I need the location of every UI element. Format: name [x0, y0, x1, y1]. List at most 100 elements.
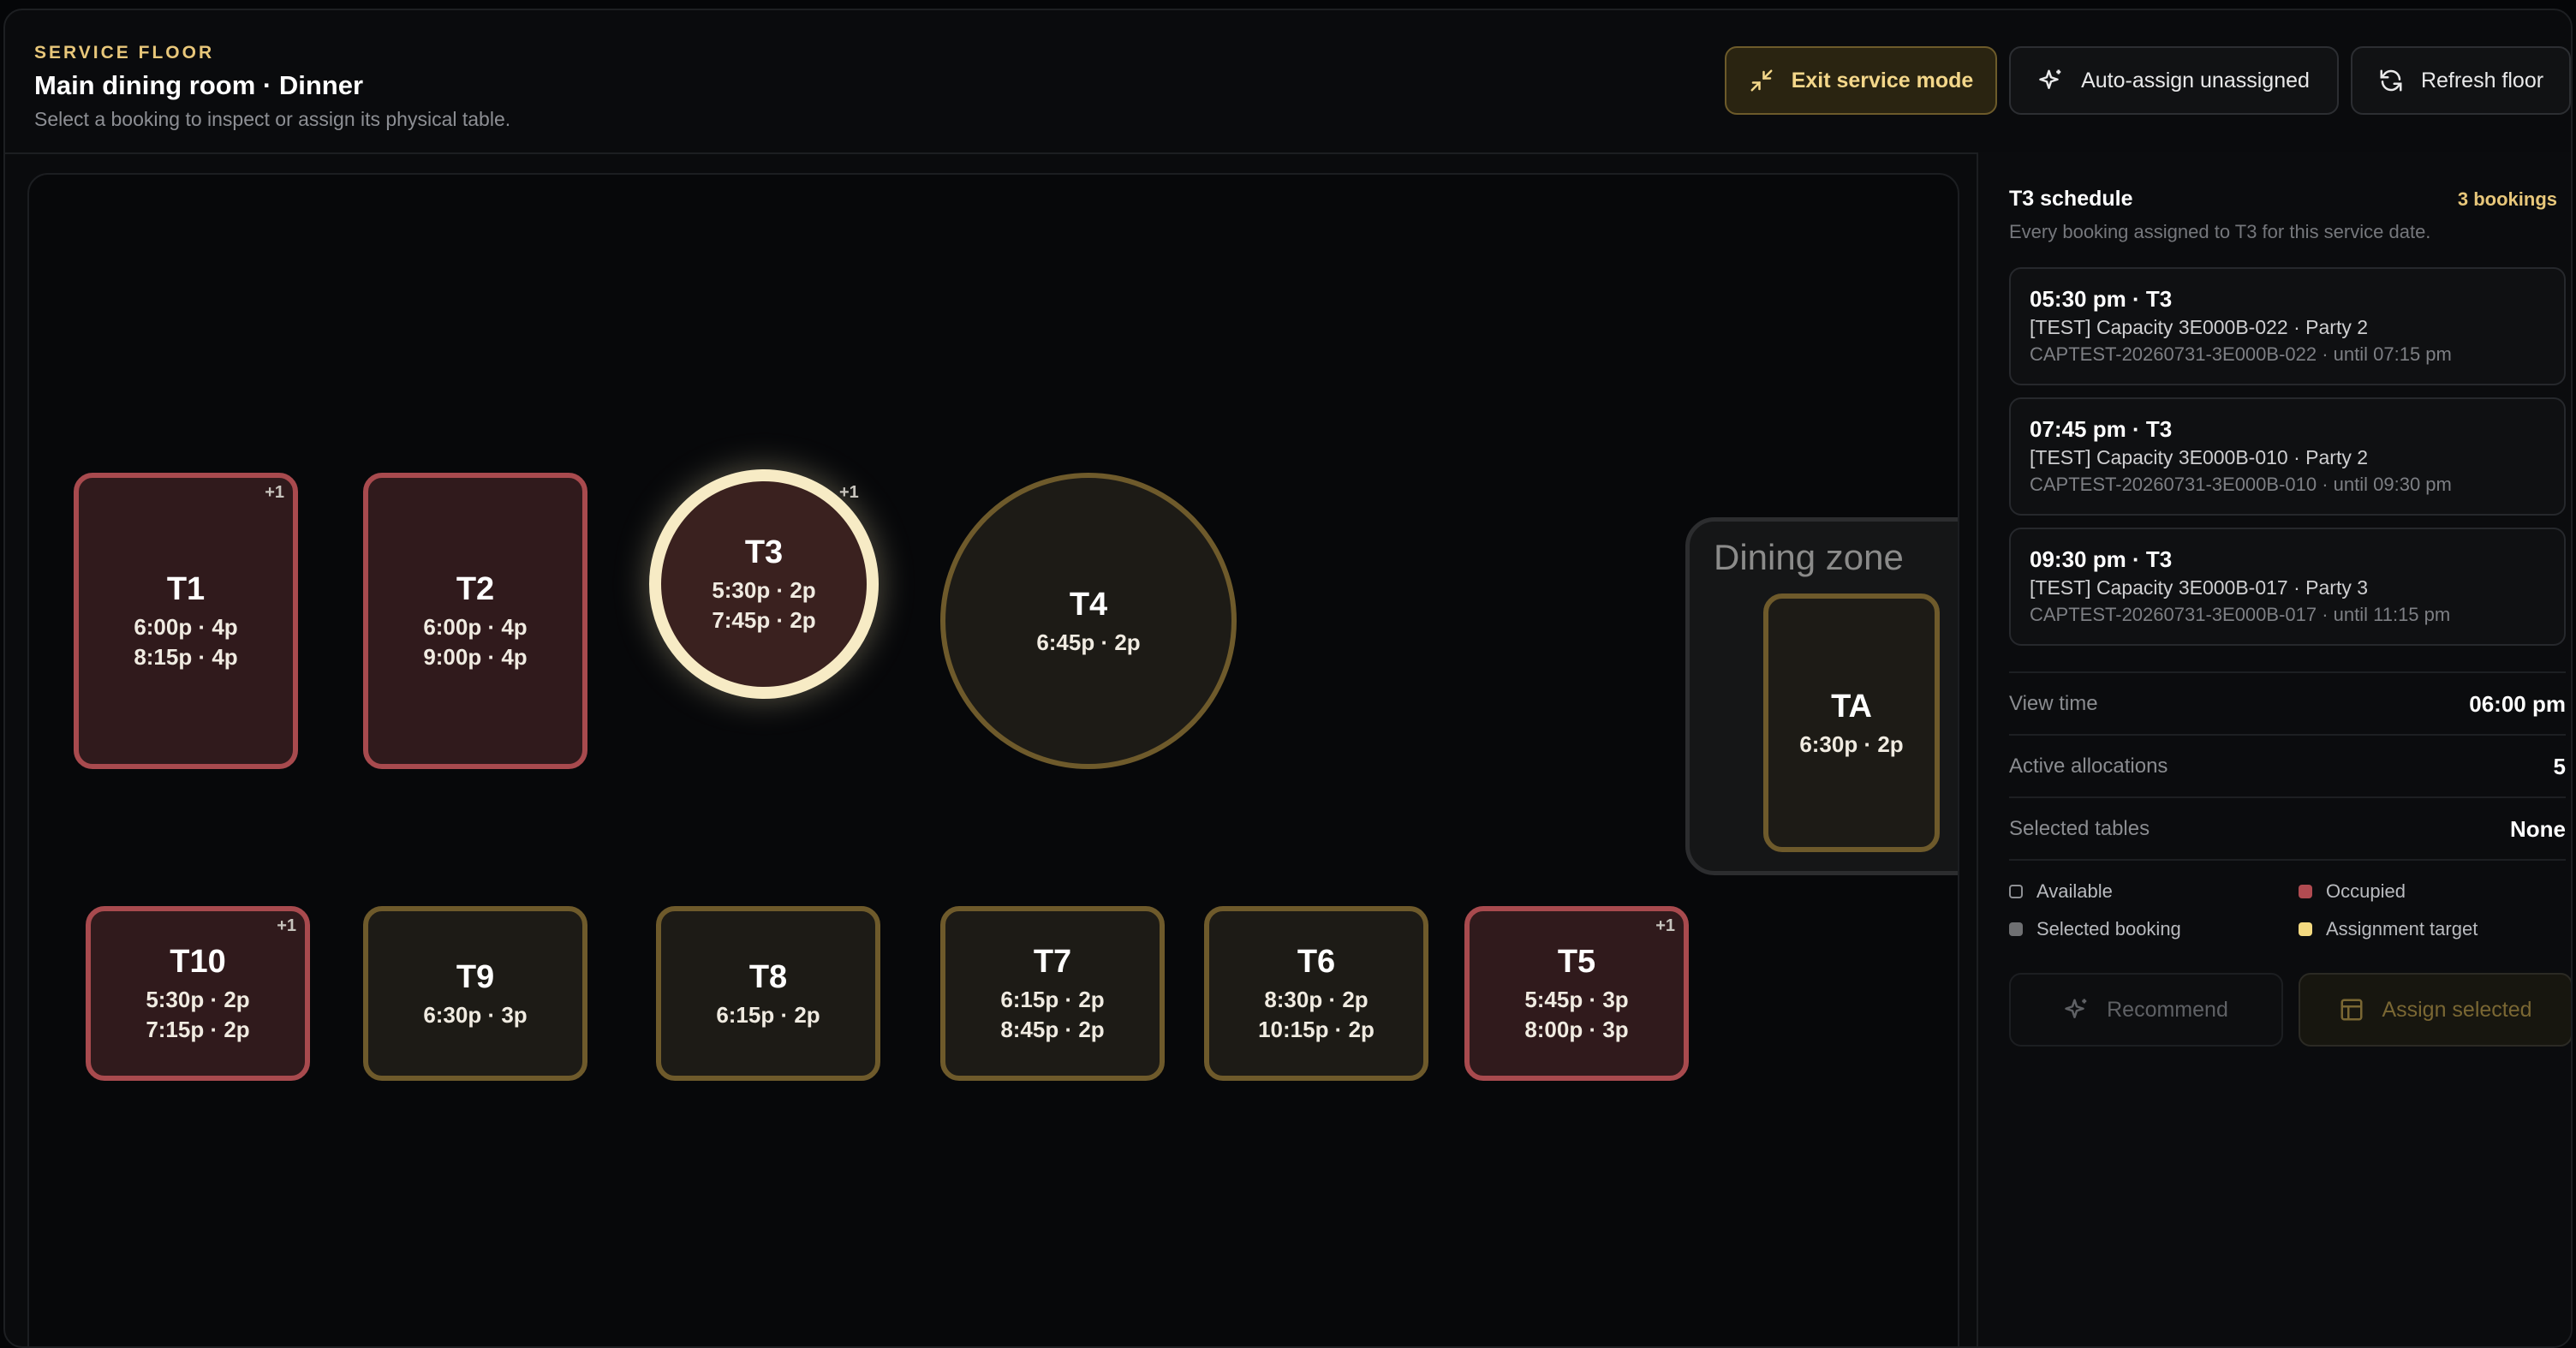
table-slot: 8:00p · 3p — [1524, 1017, 1629, 1042]
table-slot: 8:15p · 4p — [134, 644, 238, 670]
recommend-button[interactable]: Recommend — [2009, 973, 2283, 1047]
table-name: T4 — [1069, 586, 1108, 623]
booking-code: CAPTEST-20260731-3E000B-022 · until 07:1… — [2030, 343, 2452, 365]
overflow-badge: +1 — [265, 483, 284, 502]
divider — [2009, 859, 2566, 861]
table-slot: 6:15p · 2p — [1000, 987, 1105, 1012]
table-slot: 8:45p · 2p — [1000, 1017, 1105, 1042]
table-slot: 10:15p · 2p — [1258, 1017, 1374, 1042]
table-name: T8 — [748, 958, 788, 995]
table-t1[interactable]: +1 T1 6:00p · 4p 8:15p · 4p — [74, 473, 298, 769]
table-slot: 6:30p · 2p — [1799, 731, 1904, 757]
stat-value: 06:00 pm — [2469, 690, 2566, 717]
table-slot: 8:30p · 2p — [1264, 987, 1368, 1012]
stat-value: 5 — [2553, 753, 2566, 779]
table-slot: 9:00p · 4p — [423, 644, 528, 670]
table-t3[interactable]: T3 5:30p · 2p 7:45p · 2p — [649, 469, 879, 699]
table-slot: 5:30p · 2p — [146, 987, 250, 1012]
stat-selected-tables: Selected tables None — [2009, 796, 2566, 860]
auto-assign-button[interactable]: Auto-assign unassigned — [2009, 46, 2339, 115]
booking-card[interactable]: 05:30 pm · T3 [TEST] Capacity 3E000B-022… — [2009, 267, 2566, 385]
booking-name: [TEST] Capacity 3E000B-022 · Party 2 — [2030, 316, 2369, 338]
table-slot: 6:15p · 2p — [716, 1001, 820, 1028]
table-t5[interactable]: +1 T5 5:45p · 3p 8:00p · 3p — [1464, 906, 1689, 1081]
legend-available: Available — [2009, 880, 2113, 903]
legend-occupied: Occupied — [2299, 880, 2406, 903]
table-name: T3 — [744, 534, 784, 570]
available-swatch-icon — [2009, 885, 2023, 898]
table-slot: 6:00p · 4p — [134, 614, 238, 640]
table-t7[interactable]: T7 6:15p · 2p 8:45p · 2p — [940, 906, 1165, 1081]
table-name: T10 — [170, 944, 226, 980]
table-name: T6 — [1297, 944, 1336, 980]
booking-name: [TEST] Capacity 3E000B-017 · Party 3 — [2030, 576, 2369, 599]
eyebrow-label: SERVICE FLOOR — [34, 43, 215, 63]
table-name: T2 — [456, 571, 495, 607]
stat-label: View time — [2009, 692, 2098, 715]
schedule-title: T3 schedule — [2009, 187, 2133, 211]
exit-service-mode-button[interactable]: Exit service mode — [1725, 46, 1997, 115]
sparkles-icon — [2065, 999, 2087, 1018]
stat-label: Selected tables — [2009, 817, 2150, 840]
zone-label: Dining zone — [1714, 537, 1904, 577]
table-slot: 5:45p · 3p — [1524, 987, 1629, 1012]
booking-code: CAPTEST-20260731-3E000B-017 · until 11:1… — [2030, 604, 2451, 625]
table-slot: 7:45p · 2p — [712, 607, 816, 633]
table-t2[interactable]: T2 6:00p · 4p 9:00p · 4p — [363, 473, 587, 769]
booking-card[interactable]: 09:30 pm · T3 [TEST] Capacity 3E000B-017… — [2009, 528, 2566, 646]
table-t6[interactable]: T6 8:30p · 2p 10:15p · 2p — [1204, 906, 1428, 1081]
stat-value: None — [2510, 815, 2566, 842]
overflow-badge: +1 — [839, 483, 859, 502]
table-slot: 6:30p · 3p — [423, 1001, 528, 1028]
table-name: T5 — [1557, 944, 1596, 980]
table-t10[interactable]: +1 T10 5:30p · 2p 7:15p · 2p — [86, 906, 310, 1081]
minimize-arrows-icon — [1750, 69, 1773, 92]
booking-card[interactable]: 07:45 pm · T3 [TEST] Capacity 3E000B-010… — [2009, 397, 2566, 516]
header: SERVICE FLOOR Main dining room · Dinner … — [5, 10, 2571, 154]
booking-name: [TEST] Capacity 3E000B-010 · Party 2 — [2030, 446, 2369, 468]
page-subtitle: Select a booking to inspect or assign it… — [34, 108, 511, 130]
booking-count-badge: 3 bookings — [2457, 188, 2557, 210]
page-title: Main dining room · Dinner — [34, 70, 364, 100]
table-name: T7 — [1033, 944, 1072, 980]
stat-active-allocations: Active allocations 5 — [2009, 734, 2566, 797]
booking-code: CAPTEST-20260731-3E000B-010 · until 09:3… — [2030, 474, 2452, 495]
sparkles-icon — [2039, 69, 2061, 89]
floor-plan-canvas: +1 T1 6:00p · 4p 8:15p · 4p T2 6:00p · 4… — [27, 173, 1959, 1346]
stat-view-time: View time 06:00 pm — [2009, 671, 2566, 735]
dining-zone[interactable]: Dining zone TA 6:30p · 2p — [1685, 517, 1958, 875]
recommend-label: Recommend — [2107, 997, 2228, 1022]
table-slot: 7:15p · 2p — [146, 1017, 250, 1042]
table-t8[interactable]: T8 6:15p · 2p — [656, 906, 880, 1081]
occupied-swatch-icon — [2299, 885, 2312, 898]
schedule-sidebar: T3 schedule 3 bookings Every booking ass… — [1977, 152, 2571, 1346]
table-layout-icon — [2340, 999, 2363, 1021]
stat-label: Active allocations — [2009, 755, 2168, 778]
booking-time: 05:30 pm · T3 — [2030, 286, 2173, 312]
booking-time: 09:30 pm · T3 — [2030, 546, 2173, 572]
table-name: T9 — [456, 958, 495, 995]
assign-selected-label: Assign selected — [2382, 997, 2532, 1022]
table-slot: 6:45p · 2p — [1036, 629, 1141, 655]
overflow-badge: +1 — [1655, 916, 1675, 935]
target-swatch-icon — [2299, 922, 2312, 936]
schedule-description: Every booking assigned to T3 for this se… — [2009, 221, 2431, 242]
table-t9[interactable]: T9 6:30p · 3p — [363, 906, 587, 1081]
auto-assign-label: Auto-assign unassigned — [2081, 68, 2310, 92]
legend-target: Assignment target — [2299, 918, 2478, 940]
refresh-floor-label: Refresh floor — [2420, 68, 2544, 92]
table-t4[interactable]: T4 6:45p · 2p — [940, 473, 1237, 769]
service-floor-app: SERVICE FLOOR Main dining room · Dinner … — [3, 9, 2573, 1348]
legend-label: Selected booking — [2036, 918, 2181, 939]
overflow-badge: +1 — [277, 916, 296, 935]
table-slot: 5:30p · 2p — [712, 577, 816, 603]
refresh-floor-button[interactable]: Refresh floor — [2351, 46, 2571, 115]
selected-swatch-icon — [2009, 922, 2023, 936]
legend-label: Occupied — [2326, 880, 2406, 902]
table-ta[interactable]: TA 6:30p · 2p — [1763, 593, 1940, 852]
table-slot: 6:00p · 4p — [423, 614, 528, 640]
refresh-icon — [2380, 69, 2402, 92]
assign-selected-button[interactable]: Assign selected — [2299, 973, 2571, 1047]
legend-label: Available — [2036, 880, 2113, 902]
table-name: T1 — [166, 571, 206, 607]
